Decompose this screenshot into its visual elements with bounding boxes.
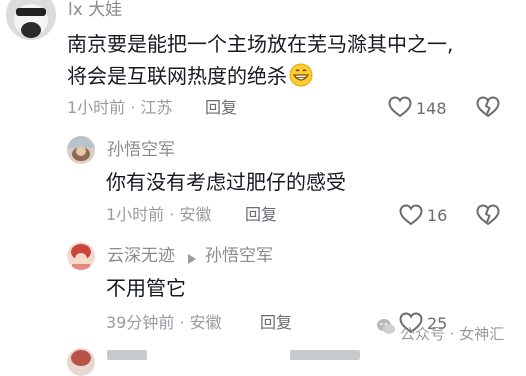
reply-button[interactable]: 回复 (245, 205, 277, 225)
avatar-next-comment[interactable] (67, 348, 95, 376)
reply-button[interactable]: 回复 (205, 98, 237, 118)
comment-text-line-2: 将会是互联网热度的绝杀 (67, 60, 313, 92)
heart-outline-icon[interactable] (399, 204, 423, 230)
comment-time-location: 39分钟前 · 安徽 (106, 313, 222, 332)
heart-outline-icon[interactable] (388, 96, 412, 122)
broken-heart-icon[interactable] (476, 204, 500, 230)
reply-button[interactable]: 回复 (260, 313, 292, 333)
avatar-lx-dawa[interactable] (6, 0, 56, 40)
comment-text-line-2-content: 将会是互联网热度的绝杀 (67, 64, 287, 88)
avatar-yunshen-wuji[interactable] (67, 242, 95, 270)
reply-to-username[interactable]: 孙悟空军 (205, 246, 273, 266)
like-count: 16 (427, 206, 448, 225)
comment-username[interactable]: lx 大娃 (68, 0, 122, 20)
like-count: 148 (416, 99, 447, 118)
comment-text-line-1: 南京要是能把一个主场放在芜马滁其中之一, (67, 32, 454, 56)
watermark-text: 公众号 · 女神汇 (400, 325, 505, 343)
comment-time-location: 1小时前 · 江苏 (67, 98, 173, 117)
comment-text: 你有没有考虑过肥仔的感受 (106, 170, 346, 194)
comment-username[interactable]: 云深无迹 (107, 246, 175, 266)
comment-time-location: 1小时前 · 安徽 (106, 205, 212, 224)
comment-text: 不用管它 (106, 276, 186, 300)
triangle-right-icon (187, 250, 197, 269)
grinning-face-icon (289, 63, 313, 87)
broken-heart-icon[interactable] (476, 96, 500, 122)
next-comment-reply-to-partial (290, 350, 360, 360)
comment-username[interactable]: 孙悟空军 (107, 140, 175, 160)
next-comment-username-partial (107, 350, 147, 360)
avatar-sunwukong-jun[interactable] (67, 136, 95, 164)
wechat-icon (376, 318, 396, 340)
